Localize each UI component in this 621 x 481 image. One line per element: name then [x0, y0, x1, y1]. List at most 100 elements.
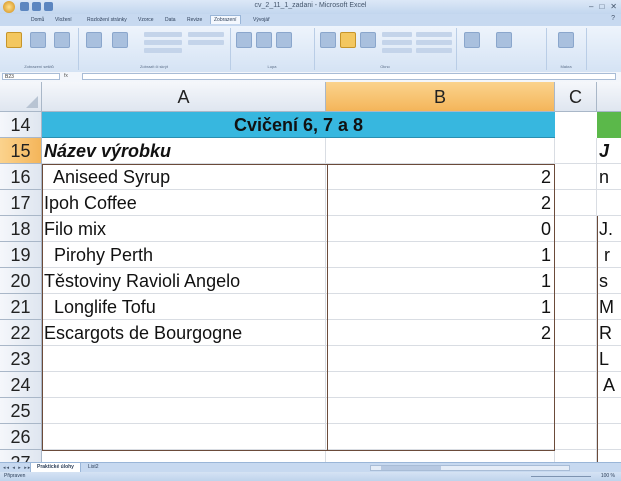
- help-icon[interactable]: ?: [611, 15, 615, 22]
- tab-page-layout[interactable]: Rozložení stránky: [84, 16, 130, 24]
- cell-c[interactable]: [555, 216, 597, 242]
- reset-window-position-button[interactable]: [416, 48, 452, 53]
- row-header[interactable]: 15: [0, 138, 42, 164]
- cell-c[interactable]: [555, 190, 597, 216]
- page-view-icon[interactable]: [86, 32, 102, 48]
- tab-data[interactable]: Data: [162, 16, 179, 24]
- tab-developer[interactable]: Vývojář: [250, 16, 273, 24]
- cell-d[interactable]: M: [597, 294, 621, 320]
- cell-b[interactable]: [326, 138, 555, 164]
- gridlines-checkbox[interactable]: [144, 40, 182, 45]
- column-header-c[interactable]: C: [555, 82, 597, 112]
- tab-view[interactable]: Zobrazení: [210, 15, 241, 24]
- macros-icon[interactable]: [558, 32, 574, 48]
- view-side-by-side-button[interactable]: [416, 32, 452, 37]
- cell-d[interactable]: [597, 424, 621, 450]
- full-screen-icon[interactable]: [112, 32, 128, 48]
- row-header[interactable]: 21: [0, 294, 42, 320]
- column-header-d[interactable]: [597, 82, 621, 112]
- row-header[interactable]: 16: [0, 164, 42, 190]
- row-header[interactable]: 25: [0, 398, 42, 424]
- worksheet-grid[interactable]: A B C 14 15 Název výrobku J 16 Aniseed Syrup…: [0, 82, 621, 462]
- tab-insert[interactable]: Vložení: [52, 16, 75, 24]
- cell-d[interactable]: r: [597, 242, 621, 268]
- green-header-cell[interactable]: [597, 112, 621, 138]
- cell-a[interactable]: Longlife Tofu: [42, 294, 326, 320]
- maximize-button[interactable]: □: [599, 2, 604, 11]
- save-workspace-icon[interactable]: [464, 32, 480, 48]
- cell-a[interactable]: Filo mix: [42, 216, 326, 242]
- cell-d[interactable]: J.: [597, 216, 621, 242]
- zoom-100-icon[interactable]: [256, 32, 272, 48]
- cell-a[interactable]: Pirohy Perth: [42, 242, 326, 268]
- cell-d[interactable]: [597, 450, 621, 462]
- cell-a[interactable]: Escargots de Bourgogne: [42, 320, 326, 346]
- new-window-icon[interactable]: [320, 32, 336, 48]
- cell-d[interactable]: A: [597, 372, 621, 398]
- cell-b[interactable]: 1: [326, 294, 555, 320]
- cell-d[interactable]: [597, 190, 621, 216]
- row-header[interactable]: 23: [0, 346, 42, 372]
- normal-view-icon[interactable]: [6, 32, 22, 48]
- cell-c[interactable]: [555, 164, 597, 190]
- synchronous-scrolling-button[interactable]: [416, 40, 452, 45]
- cell-a[interactable]: [42, 398, 326, 424]
- minimize-button[interactable]: –: [589, 2, 593, 11]
- cell-b[interactable]: 1: [326, 242, 555, 268]
- cell-c[interactable]: [555, 294, 597, 320]
- row-header[interactable]: 20: [0, 268, 42, 294]
- row-header[interactable]: 26: [0, 424, 42, 450]
- cell-a[interactable]: [42, 424, 326, 450]
- row-header[interactable]: 18: [0, 216, 42, 242]
- cell-d[interactable]: [597, 398, 621, 424]
- cell-d[interactable]: R: [597, 320, 621, 346]
- page-layout-view-icon[interactable]: [30, 32, 46, 48]
- cell-c[interactable]: [555, 424, 597, 450]
- cell-c[interactable]: [555, 450, 597, 462]
- scrollbar-thumb[interactable]: [381, 466, 441, 470]
- page-break-preview-icon[interactable]: [54, 32, 70, 48]
- cell-b[interactable]: 2: [326, 164, 555, 190]
- cell-a[interactable]: Aniseed Syrup: [42, 164, 326, 190]
- split-button[interactable]: [382, 32, 412, 37]
- tab-review[interactable]: Revize: [184, 16, 205, 24]
- row-header[interactable]: 17: [0, 190, 42, 216]
- close-button[interactable]: ✕: [610, 2, 617, 11]
- cell-a[interactable]: Těstoviny Ravioli Angelo: [42, 268, 326, 294]
- row-header[interactable]: 14: [0, 112, 42, 138]
- cell-d[interactable]: L: [597, 346, 621, 372]
- cell-b[interactable]: 2: [326, 190, 555, 216]
- row-header[interactable]: 24: [0, 372, 42, 398]
- cell-c[interactable]: [555, 398, 597, 424]
- tab-home[interactable]: Domů: [28, 16, 47, 24]
- cell-c[interactable]: [555, 372, 597, 398]
- sheet-navigation-buttons[interactable]: ◂◂ ◂ ▸ ▸▸: [3, 465, 31, 471]
- cell-a[interactable]: [42, 346, 326, 372]
- column-header-a[interactable]: A: [42, 82, 326, 112]
- cell-c[interactable]: [555, 346, 597, 372]
- zoom-slider[interactable]: [531, 476, 591, 477]
- cell-d[interactable]: J: [597, 138, 621, 164]
- cell-d[interactable]: s: [597, 268, 621, 294]
- horizontal-scrollbar[interactable]: [370, 465, 570, 471]
- cell-b[interactable]: [326, 372, 555, 398]
- cell-b[interactable]: [326, 424, 555, 450]
- cell-c[interactable]: [555, 242, 597, 268]
- headings-checkbox[interactable]: [188, 40, 224, 45]
- cell-b[interactable]: [326, 346, 555, 372]
- cell-a[interactable]: [42, 450, 326, 462]
- row-header[interactable]: 19: [0, 242, 42, 268]
- cell-c[interactable]: [555, 268, 597, 294]
- cell-b[interactable]: [326, 398, 555, 424]
- cell-d[interactable]: n: [597, 164, 621, 190]
- select-all-button[interactable]: [0, 82, 42, 112]
- cell-a[interactable]: [42, 372, 326, 398]
- cell-c[interactable]: [555, 320, 597, 346]
- cell-a[interactable]: Název výrobku: [42, 138, 326, 164]
- ruler-checkbox[interactable]: [144, 32, 182, 37]
- row-header[interactable]: 27: [0, 450, 42, 462]
- cell-c[interactable]: [555, 138, 597, 164]
- insert-function-icon[interactable]: fx: [64, 73, 68, 79]
- unhide-button[interactable]: [382, 48, 412, 53]
- cell-b[interactable]: 0: [326, 216, 555, 242]
